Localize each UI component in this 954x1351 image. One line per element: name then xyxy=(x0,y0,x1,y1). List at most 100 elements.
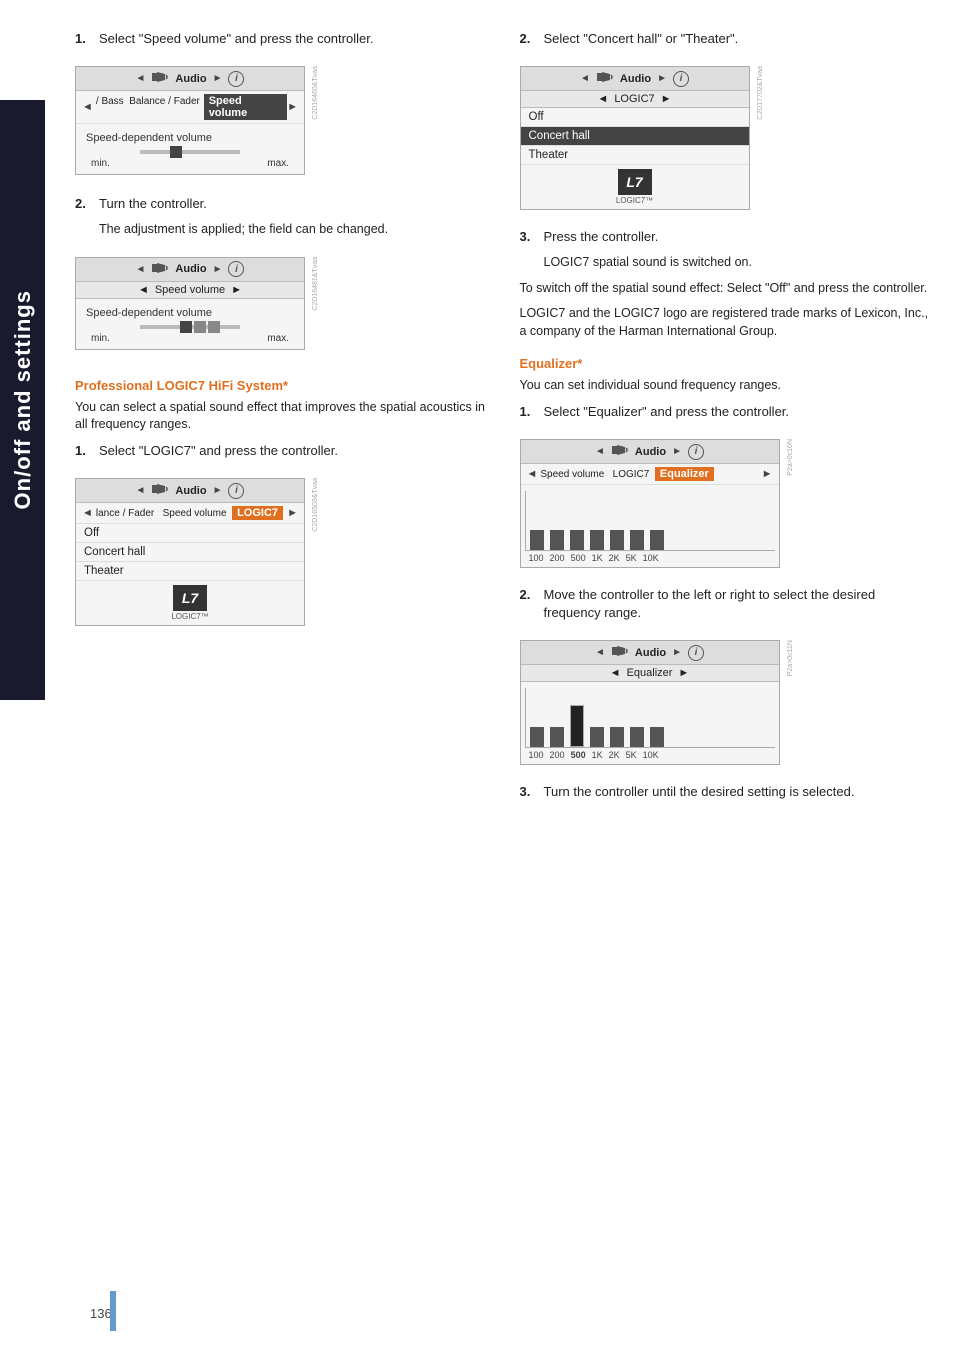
eq-bars-area-2: 100 200 500 1K 2K 5K 10K xyxy=(521,682,779,764)
equalizer-section-para: You can set individual sound frequency r… xyxy=(520,377,935,395)
eq-bars-2 xyxy=(525,688,775,748)
eq-step-1-select-equalizer: 1. Select "Equalizer" and press the cont… xyxy=(520,403,935,421)
slider-area-1: Speed-dependent volume min. max. xyxy=(76,124,304,174)
eq-screen-1: ◄ Audio ► i ◄ Speed volume LOGIC7 xyxy=(520,429,780,578)
screen-mockup-1: ◄ Audio ► i ◄ / Bass Balance / Fader xyxy=(75,66,305,175)
eq-bar-10k xyxy=(650,530,664,550)
sidebar-label: On/off and settings xyxy=(0,100,45,700)
screen-top-bar-1: ◄ Audio ► i xyxy=(76,67,304,91)
eq-step-3-turn-controller: 3. Turn the controller until the desired… xyxy=(520,783,935,801)
right-logic7-icon: L7 LOGIC7™ xyxy=(521,165,749,209)
slider-minmax-1: min. max. xyxy=(86,158,294,169)
right-arrow-1: ► xyxy=(213,73,223,84)
settings-icon-3: i xyxy=(228,483,244,499)
eq2-bar-200 xyxy=(550,727,564,747)
audio-icon-2 xyxy=(151,261,169,278)
eq-watermark-1: P2a>0c10N xyxy=(787,439,794,476)
eq-settings-icon-2: i xyxy=(688,645,704,661)
step-3-select-logic7: 1. Select "LOGIC7" and press the control… xyxy=(75,442,490,460)
slider-area-2: Speed-dependent volume min. xyxy=(76,299,304,349)
right-row-theater: Theater xyxy=(521,146,749,165)
eq-audio-icon-2 xyxy=(611,644,629,661)
right-row-concert-hall-selected: Concert hall xyxy=(521,127,749,146)
nav-speed-volume-highlight: Speed volume xyxy=(204,94,287,120)
eq-sub-bar-2: ◄ Equalizer ► xyxy=(521,665,779,682)
eq-audio-icon-1 xyxy=(611,443,629,460)
slider-thumb-2a xyxy=(180,321,192,333)
slider-minmax-2: min. max. xyxy=(86,333,294,344)
eq-bar-200 xyxy=(550,530,564,550)
eq-nav-equalizer-highlight: Equalizer xyxy=(655,467,714,481)
eq-bars-1 xyxy=(525,491,775,551)
screen-row-theater: Theater xyxy=(76,562,304,581)
step-2-subtext: The adjustment is applied; the field can… xyxy=(99,221,490,239)
watermark-2: C2D16481&Tvaa xyxy=(312,257,319,311)
right-step-2-press-controller: 3. Press the controller. xyxy=(520,228,935,246)
screen-nav-row-3: ◄ lance / Fader Speed volume LOGIC7 ► xyxy=(76,503,304,524)
right-watermark-1: C2D17702&Tvaa xyxy=(757,66,764,120)
eq-bar-100 xyxy=(530,530,544,550)
right-step-1-concert-hall: 2. Select "Concert hall" or "Theater". xyxy=(520,30,935,48)
left-arrow-1: ◄ xyxy=(136,73,146,84)
eq-screen-top-bar-2: ◄ Audio ► i xyxy=(521,641,779,665)
watermark-3: C2D16503&Tvaa xyxy=(312,478,319,532)
nav-label-fader: / Bass Balance / Fader xyxy=(96,96,204,118)
screen-speed-volume-1: ◄ Audio ► i ◄ / Bass Balance / Fader xyxy=(75,56,305,185)
right-screen-mockup-1: ◄ Audio ► i ◄ LOGIC7 ► xyxy=(520,66,750,210)
right-step-2-subtext: LOGIC7 spatial sound is switched on. xyxy=(544,254,935,272)
eq-watermark-2: P2a>0c11N xyxy=(787,640,794,676)
right-audio-icon-1 xyxy=(596,70,614,87)
equalizer-section-heading: Equalizer* xyxy=(520,356,935,371)
eq2-bar-5k xyxy=(630,727,644,747)
eq2-bar-100 xyxy=(530,727,544,747)
page-number: 136 xyxy=(90,1306,112,1321)
eq-nav-row-1: ◄ Speed volume LOGIC7 Equalizer ► xyxy=(521,464,779,485)
screen-top-bar-2: ◄ Audio ► i xyxy=(76,258,304,282)
screen-mockup-3: ◄ Audio ► i ◄ lance / Fader Speed vol xyxy=(75,478,305,626)
screen-logic7-select: ◄ Audio ► i ◄ lance / Fader Speed vol xyxy=(75,468,305,636)
right-settings-icon-1: i xyxy=(673,71,689,87)
audio-icon-3 xyxy=(151,482,169,499)
right-row-off: Off xyxy=(521,108,749,127)
logic7-section-heading: Professional LOGIC7 HiFi System* xyxy=(75,378,490,393)
right-screen-logic7: ◄ Audio ► i ◄ LOGIC7 ► xyxy=(520,56,750,220)
page-bar xyxy=(110,1291,116,1331)
watermark-1: C2D16460&Tvaa xyxy=(312,66,319,120)
eq-bar-5k xyxy=(630,530,644,550)
right-column: 2. Select "Concert hall" or "Theater". ◄… xyxy=(520,30,935,810)
logic7-trademark-para: LOGIC7 and the LOGIC7 logo are registere… xyxy=(520,305,935,340)
audio-icon-1 xyxy=(151,70,169,87)
right-screen-top-bar-1: ◄ Audio ► i xyxy=(521,67,749,91)
eq2-bar-10k xyxy=(650,727,664,747)
slider-track-1 xyxy=(140,150,240,154)
step-1-select-speed-volume: 1. Select "Speed volume" and press the c… xyxy=(75,30,490,48)
screen-row-concert-hall: Concert hall xyxy=(76,543,304,562)
slider-thumb-1 xyxy=(170,146,182,158)
eq-step-2-move-controller: 2. Move the controller to the left or ri… xyxy=(520,586,935,622)
eq-labels-1: 100 200 500 1K 2K 5K 10K xyxy=(525,551,775,563)
eq-screen-mockup-2: ◄ Audio ► i ◄ Equalizer ► xyxy=(520,640,780,765)
left-column: 1. Select "Speed volume" and press the c… xyxy=(75,30,490,810)
nav-logic7-highlight: LOGIC7 xyxy=(232,506,283,520)
right-sub-bar-1: ◄ LOGIC7 ► xyxy=(521,91,749,108)
screen-speed-volume-2: ◄ Audio ► i ◄ Speed volume ► xyxy=(75,247,305,360)
eq-screen-2: ◄ Audio ► i ◄ Equalizer ► xyxy=(520,630,780,775)
eq2-bar-500-selected xyxy=(570,705,584,747)
eq2-bar-2k xyxy=(610,727,624,747)
logic7-section-para: You can select a spatial sound effect th… xyxy=(75,399,490,434)
slider-track-2 xyxy=(140,325,240,329)
eq-screen-mockup-1: ◄ Audio ► i ◄ Speed volume LOGIC7 xyxy=(520,439,780,568)
settings-icon-1: i xyxy=(228,71,244,87)
screen-sub-bar-2: ◄ Speed volume ► xyxy=(76,282,304,299)
audio-label-1: Audio xyxy=(175,73,206,85)
eq-settings-icon-1: i xyxy=(688,444,704,460)
eq-bars-area-1: 100 200 500 1K 2K 5K 10K xyxy=(521,485,779,567)
settings-icon-2: i xyxy=(228,261,244,277)
screen-nav-row-1: ◄ / Bass Balance / Fader Speed volume ► xyxy=(76,91,304,124)
eq-bar-1k xyxy=(590,530,604,550)
step-2-turn-controller: 2. Turn the controller. xyxy=(75,195,490,213)
eq-bar-2k xyxy=(610,530,624,550)
screen-row-off: Off xyxy=(76,524,304,543)
screen-mockup-2: ◄ Audio ► i ◄ Speed volume ► xyxy=(75,257,305,350)
eq-bar-500 xyxy=(570,530,584,550)
